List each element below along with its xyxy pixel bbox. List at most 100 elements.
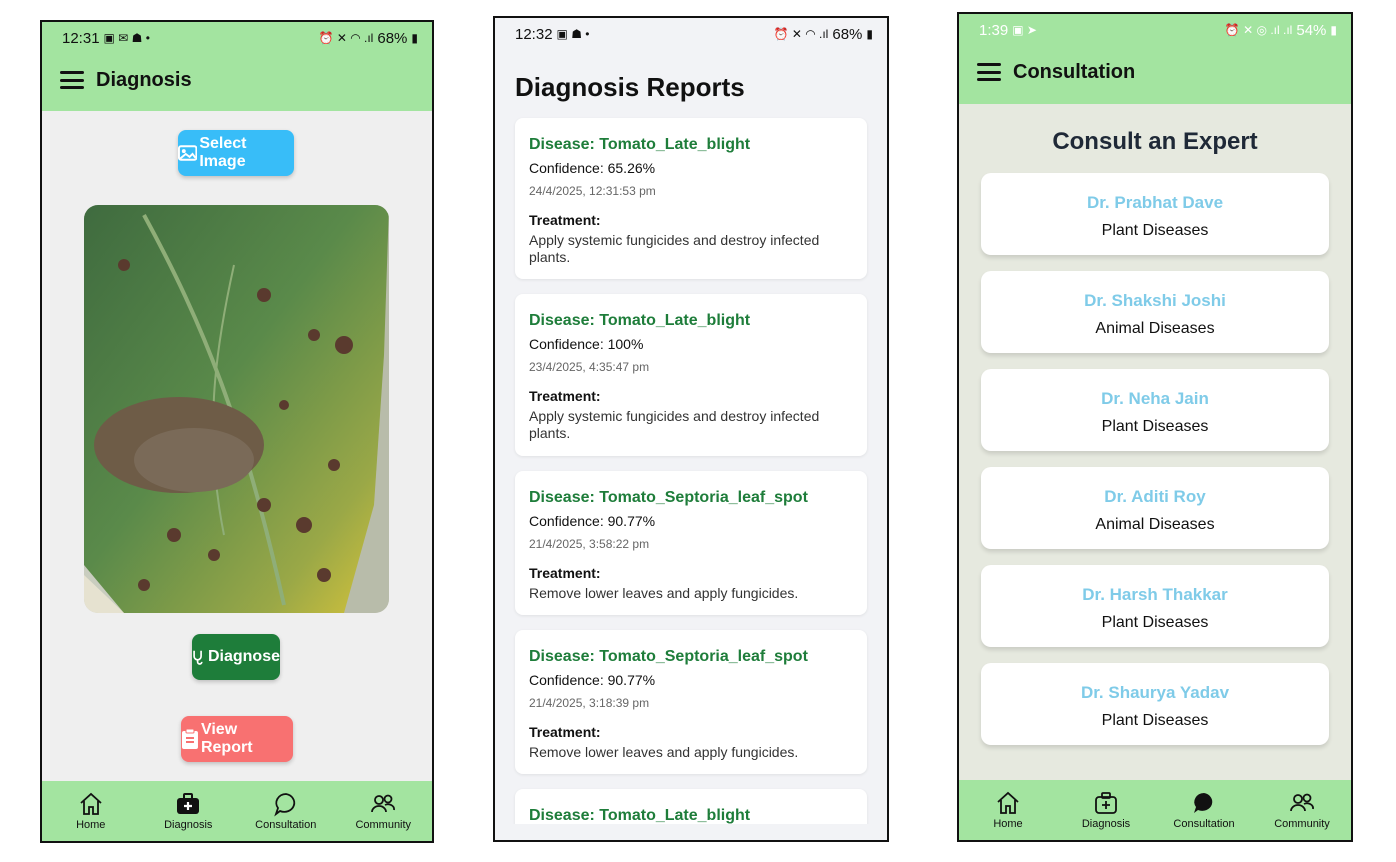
nav-consultation[interactable]: Consultation	[1155, 780, 1253, 840]
chat-bubble-icon	[273, 793, 295, 817]
page-title: Consultation	[1013, 60, 1136, 83]
people-icon	[1290, 793, 1314, 812]
diagnose-button[interactable]: Diagnose	[192, 634, 280, 680]
app-bar: Consultation	[959, 56, 1351, 88]
doctor-card[interactable]: Dr. Shaurya Yadav Plant Diseases	[981, 663, 1329, 745]
image-icon	[178, 145, 198, 161]
leaf-image	[84, 205, 389, 613]
report-date: 24/4/2025, 12:31:53 pm	[529, 184, 656, 198]
menu-icon[interactable]	[60, 71, 84, 89]
status-bar: 1:39 ▣ ➤ ⏰ ✕ ◎ .ıl .ıl 54% ▮	[959, 16, 1351, 44]
section-heading: Consult an Expert	[1052, 128, 1258, 155]
medical-kit-icon	[1095, 792, 1117, 814]
report-disease: Disease: Tomato_Late_blight	[529, 136, 751, 153]
doctor-specialty: Animal Diseases	[1095, 516, 1215, 533]
battery-icon: ▮	[866, 27, 873, 41]
nav-community-label: Community	[355, 819, 412, 831]
treatment-label: Treatment:	[529, 565, 601, 581]
page-title: Diagnosis Reports	[515, 72, 745, 102]
diagnose-label: Diagnose	[207, 648, 280, 665]
bottom-nav: Home Diagnosis Consultation Community	[959, 780, 1351, 840]
notification-icons: ▣ ✉ ☗ •	[103, 31, 150, 45]
view-report-label: View Report	[200, 721, 253, 756]
treatment-label: Treatment:	[529, 724, 601, 740]
doctor-card[interactable]: Dr. Neha Jain Plant Diseases	[981, 369, 1329, 451]
reports-list: Disease: Tomato_Late_blight Confidence: …	[495, 116, 887, 824]
report-disease: Disease: Tomato_Late_blight	[529, 312, 751, 329]
report-card[interactable]: Disease: Tomato_Late_blight Confidence: …	[515, 118, 867, 279]
battery-icon: ▮	[1330, 23, 1337, 37]
treatment-label: Treatment:	[529, 388, 601, 404]
doctor-card[interactable]: Dr. Aditi Roy Animal Diseases	[981, 467, 1329, 549]
doctor-specialty: Plant Diseases	[1101, 712, 1209, 729]
report-date: 21/4/2025, 3:58:22 pm	[529, 537, 650, 551]
status-time: 12:32	[515, 25, 553, 43]
nav-home[interactable]: Home	[959, 780, 1057, 840]
report-card[interactable]: Disease: Tomato_Late_blight	[515, 789, 867, 824]
report-treatment: Apply systemic fungicides and destroy in…	[529, 408, 820, 441]
doctor-name: Dr. Prabhat Dave	[1086, 193, 1224, 212]
doctor-card[interactable]: Dr. Shakshi Joshi Animal Diseases	[981, 271, 1329, 353]
report-confidence: Confidence: 100%	[529, 336, 644, 352]
status-bar: 12:31 ▣ ✉ ☗ • ⏰ ✕ ◠ .ıl 68% ▮	[42, 24, 432, 52]
report-card[interactable]: Disease: Tomato_Septoria_leaf_spot Confi…	[515, 471, 867, 615]
nav-home-label: Home	[993, 818, 1023, 830]
app-bar: Diagnosis	[42, 64, 432, 96]
home-icon	[80, 792, 102, 815]
view-report-button[interactable]: View Report	[181, 716, 293, 762]
report-treatment: Remove lower leaves and apply fungicides…	[529, 585, 799, 601]
treatment-label: Treatment:	[529, 212, 601, 228]
medical-kit-icon	[177, 793, 200, 814]
stethoscope-icon	[193, 650, 203, 665]
doctor-specialty: Plant Diseases	[1101, 614, 1209, 631]
nav-diagnosis[interactable]: Diagnosis	[140, 781, 238, 841]
status-bar: 12:32 ▣ ☗ • ⏰ ✕ ◠ .ıl 68% ▮	[495, 20, 887, 48]
battery-icon: ▮	[411, 31, 418, 45]
status-battery: 68%	[832, 25, 863, 43]
doctor-name: Dr. Aditi Roy	[1104, 487, 1206, 506]
nav-consultation[interactable]: Consultation	[237, 781, 335, 841]
status-battery: 54%	[1296, 21, 1327, 39]
chat-bubble-icon	[1194, 793, 1213, 813]
doctor-specialty: Plant Diseases	[1101, 222, 1209, 239]
bottom-nav: Home Diagnosis Consultation Community	[42, 781, 432, 841]
status-time: 12:31	[62, 29, 100, 47]
report-date: 23/4/2025, 4:35:47 pm	[529, 360, 650, 374]
consultation-screen: 1:39 ▣ ➤ ⏰ ✕ ◎ .ıl .ıl 54% ▮ Consultation C…	[957, 12, 1353, 842]
doctor-name: Dr. Neha Jain	[1101, 389, 1209, 408]
nav-consultation-label: Consultation	[1173, 818, 1235, 830]
nav-community-label: Community	[1274, 818, 1330, 830]
doctor-specialty: Animal Diseases	[1095, 320, 1215, 337]
menu-icon[interactable]	[977, 63, 1001, 81]
doctor-name: Dr. Shaurya Yadav	[1080, 683, 1230, 702]
report-confidence: Confidence: 90.77%	[529, 513, 656, 529]
nav-community[interactable]: Community	[1253, 780, 1351, 840]
notification-icons: ▣ ☗ •	[556, 27, 590, 41]
nav-home[interactable]: Home	[42, 781, 140, 841]
page-title: Diagnosis	[96, 68, 192, 91]
home-icon	[997, 791, 1019, 814]
doctor-card[interactable]: Dr. Prabhat Dave Plant Diseases	[981, 173, 1329, 255]
doctor-name: Dr. Harsh Thakkar	[1082, 585, 1228, 604]
report-confidence: Confidence: 65.26%	[529, 160, 656, 176]
report-treatment: Apply systemic fungicides and destroy in…	[529, 232, 820, 265]
select-image-button[interactable]: Select Image	[178, 130, 294, 176]
status-battery: 68%	[377, 29, 408, 47]
nav-diagnosis-label: Diagnosis	[1081, 818, 1131, 830]
doctor-card[interactable]: Dr. Harsh Thakkar Plant Diseases	[981, 565, 1329, 647]
notification-icons: ▣ ➤	[1012, 23, 1037, 37]
nav-home-label: Home	[76, 819, 106, 831]
select-image-label: Select Image	[199, 135, 247, 170]
nav-community[interactable]: Community	[335, 781, 433, 841]
report-disease: Disease: Tomato_Late_blight	[529, 807, 751, 824]
report-card[interactable]: Disease: Tomato_Late_blight Confidence: …	[515, 294, 867, 456]
report-treatment: Remove lower leaves and apply fungicides…	[529, 744, 799, 760]
signal-icons: ⏰ ✕ ◎ .ıl .ıl	[1224, 23, 1293, 37]
report-disease: Disease: Tomato_Septoria_leaf_spot	[529, 648, 808, 665]
nav-consultation-label: Consultation	[255, 819, 317, 831]
signal-icons: ⏰ ✕ ◠ .ıl	[318, 31, 374, 45]
report-card[interactable]: Disease: Tomato_Septoria_leaf_spot Confi…	[515, 630, 867, 774]
people-icon	[371, 794, 396, 813]
nav-diagnosis-label: Diagnosis	[164, 819, 213, 831]
nav-diagnosis[interactable]: Diagnosis	[1057, 780, 1155, 840]
